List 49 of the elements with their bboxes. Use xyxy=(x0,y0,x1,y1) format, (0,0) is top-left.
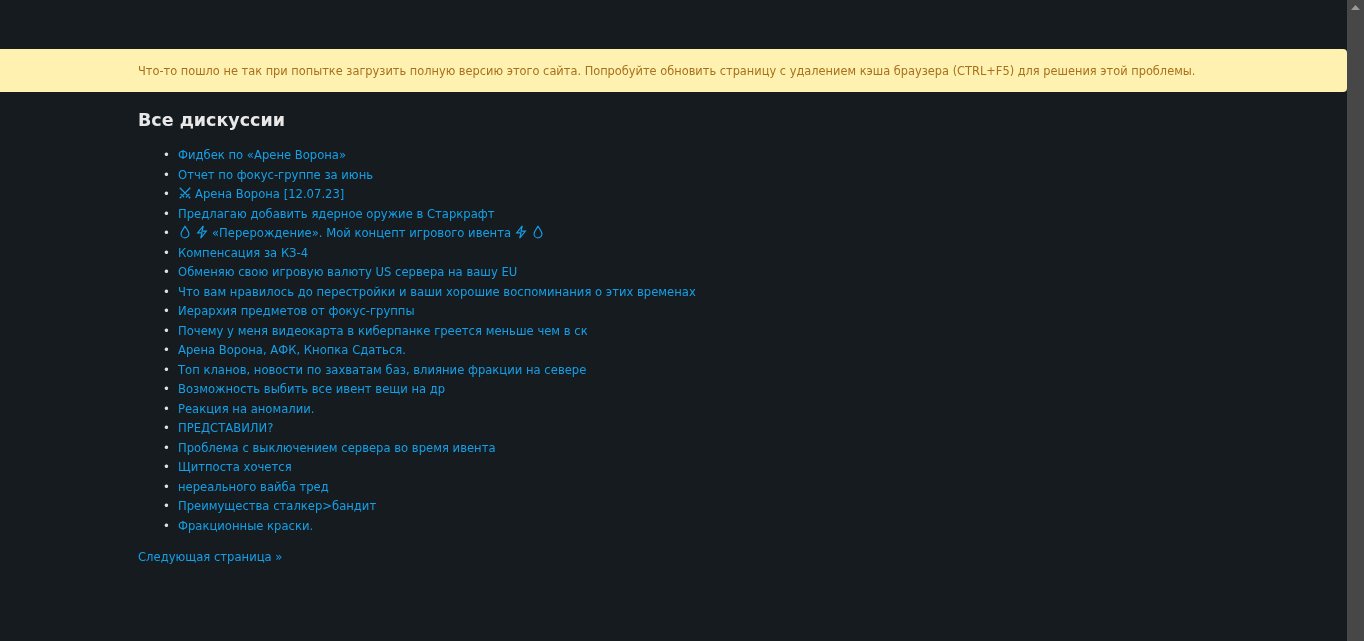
list-bullet: • xyxy=(163,244,171,262)
discussion-link[interactable]: «Перерождение». Мой концепт игрового ивента xyxy=(212,226,512,240)
list-bullet: • xyxy=(163,186,171,203)
discussion-link[interactable]: Отчет по фокус-группе за июнь xyxy=(178,167,374,182)
list-bullet: • xyxy=(163,225,171,242)
list-bullet: • xyxy=(163,517,171,535)
discussion-link[interactable]: Преимущества сталкер>бандит xyxy=(178,499,377,513)
list-bullet: • xyxy=(163,498,171,515)
list-bullet: • xyxy=(163,283,171,301)
discussion-link[interactable]: Компенсация за КЗ-4 xyxy=(178,245,309,260)
list-bullet: • xyxy=(163,322,171,340)
discussion-link[interactable]: Возможность выбить все ивент вещи на др xyxy=(178,382,446,396)
list-bullet: • xyxy=(163,361,171,379)
warning-text: Что-то пошло не так при попытке загрузить полную версию этого сайта. Попробуйте обновить страницу с удалением кэша браузера (CTRL+F5) для решения этой проблемы. xyxy=(138,63,1196,78)
list-bullet: • xyxy=(163,478,171,496)
discussion-link[interactable]: Фракционные краски. xyxy=(178,518,314,533)
discussion-link[interactable]: Щитпоста хочется xyxy=(178,460,292,474)
scrollbar[interactable] xyxy=(1347,0,1364,641)
discussion-link[interactable]: Обменяю свою игровую валюту US сервера на вашу EU xyxy=(178,265,518,279)
page-heading: Все дискуссии xyxy=(138,110,286,130)
discussion-link[interactable]: Иерархия предметов от фокус-группы xyxy=(178,304,415,318)
discussion-link[interactable]: Почему у меня видеокарта в киберпанке греется меньше чем в ск xyxy=(178,323,588,338)
list-bullet: • xyxy=(163,381,171,398)
crossed-swords-icon xyxy=(178,186,192,200)
list-bullet: • xyxy=(163,303,171,320)
discussion-link[interactable]: Реакция на аномалии. xyxy=(178,401,315,416)
discussion-link[interactable]: нереального вайба тред xyxy=(178,479,329,494)
discussion-link[interactable]: Предлагаю добавить ядерное оружие в Старкрафт xyxy=(178,206,495,221)
list-bullet: • xyxy=(163,205,171,223)
list-bullet: • xyxy=(163,439,171,457)
discussion-link[interactable]: Арена Ворона [12.07.23] xyxy=(195,187,345,201)
list-bullet: • xyxy=(163,264,171,281)
lightning-bolt-icon xyxy=(195,225,209,239)
list-bullet: • xyxy=(163,342,171,359)
discussion-link[interactable]: ПРЕДСТАВИЛИ? xyxy=(178,421,274,435)
discussion-link[interactable]: Топ кланов, новости по захватам баз, влияние фракции на севере xyxy=(178,362,587,377)
list-bullet: • xyxy=(163,400,171,418)
scroll-up-icon[interactable] xyxy=(1351,5,1360,10)
discussion-link[interactable]: Проблема с выключением сервера во время ивента xyxy=(178,440,496,455)
list-bullet: • xyxy=(163,459,171,476)
discussion-link[interactable]: Арена Ворона, АФК, Кнопка Сдаться. xyxy=(178,343,406,357)
water-drop-icon xyxy=(178,225,192,239)
list-bullet: • xyxy=(163,420,171,437)
lightning-bolt-icon xyxy=(514,225,529,239)
list-bullet: • xyxy=(163,147,171,164)
next-page-link[interactable]: Следующая страница » xyxy=(138,550,283,564)
list-bullet: • xyxy=(163,166,171,184)
discussion-link[interactable]: Фидбек по «Арене Ворона» xyxy=(178,148,347,162)
discussion-link[interactable]: Что вам нравилось до перестройки и ваши хорошие воспоминания о этих временах xyxy=(178,284,696,299)
